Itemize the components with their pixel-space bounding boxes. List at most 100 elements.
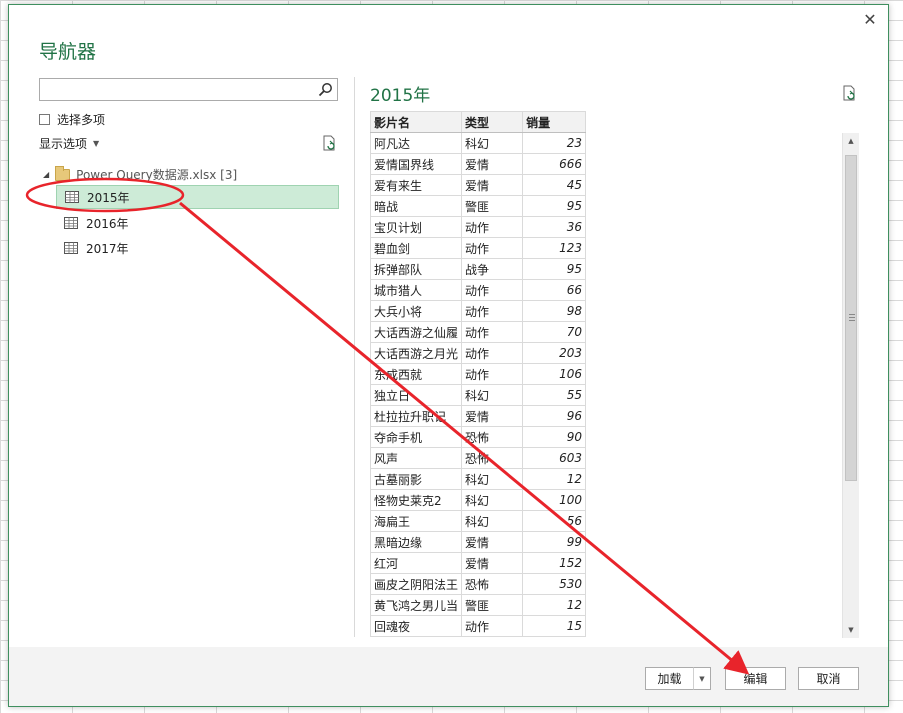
table-cell: 动作 bbox=[461, 279, 524, 301]
table-cell: 恐怖 bbox=[461, 447, 524, 469]
table-cell: 风声 bbox=[370, 447, 463, 469]
table-cell: 科幻 bbox=[461, 132, 524, 154]
column-header[interactable]: 影片名 bbox=[370, 111, 463, 133]
table-cell: 95 bbox=[522, 258, 586, 280]
table-cell: 12 bbox=[522, 594, 586, 616]
select-multiple-label: 选择多项 bbox=[57, 113, 106, 127]
load-dropdown-icon[interactable]: ▼ bbox=[693, 667, 711, 690]
table-row: 风声 恐怖 603 bbox=[370, 447, 586, 469]
table-cell: 90 bbox=[522, 426, 586, 448]
load-button[interactable]: 加载 bbox=[645, 667, 693, 690]
refresh-preview-icon[interactable] bbox=[841, 85, 858, 102]
table-cell: 宝贝计划 bbox=[370, 216, 463, 238]
table-row: 大话西游之仙履 动作 70 bbox=[370, 321, 586, 343]
table-cell: 123 bbox=[522, 237, 586, 259]
tree-item-label: 2015年 bbox=[87, 190, 130, 205]
search-icon[interactable] bbox=[318, 82, 333, 97]
table-cell: 独立日 bbox=[370, 384, 463, 406]
close-icon[interactable]: ✕ bbox=[861, 11, 879, 29]
cancel-button[interactable]: 取消 bbox=[798, 667, 859, 690]
table-row: 红河 爱情 152 bbox=[370, 552, 586, 574]
table-cell: 城市猎人 bbox=[370, 279, 463, 301]
table-row: 碧血剑 动作 123 bbox=[370, 237, 586, 259]
table-cell: 45 bbox=[522, 174, 586, 196]
edit-button[interactable]: 编辑 bbox=[725, 667, 786, 690]
table-cell: 12 bbox=[522, 468, 586, 490]
tree-item-2016[interactable]: 2016年 bbox=[56, 211, 339, 235]
tree-item-label: 2017年 bbox=[86, 241, 129, 256]
table-cell: 603 bbox=[522, 447, 586, 469]
table-cell: 95 bbox=[522, 195, 586, 217]
tree-item-2017[interactable]: 2017年 bbox=[56, 236, 339, 260]
dialog-title: 导航器 bbox=[39, 41, 97, 63]
refresh-icon[interactable] bbox=[321, 135, 338, 152]
table-row: 拆弹部队 战争 95 bbox=[370, 258, 586, 280]
table-row: 暗战 警匪 95 bbox=[370, 195, 586, 217]
table-cell: 海扁王 bbox=[370, 510, 463, 532]
chevron-down-icon: ▼ bbox=[93, 139, 100, 148]
table-cell: 爱情 bbox=[461, 405, 524, 427]
table-cell: 恐怖 bbox=[461, 426, 524, 448]
preview-table: 影片名 类型 销量 阿凡达 科幻 23 爱情国界线 爱情 666 爱有来生 爱情 45 暗战 警匪 9… bbox=[370, 111, 586, 637]
table-cell: 怪物史莱克2 bbox=[370, 489, 463, 511]
table-cell: 动作 bbox=[461, 237, 524, 259]
table-cell: 100 bbox=[522, 489, 586, 511]
search-box[interactable] bbox=[39, 78, 338, 101]
tree-root-file[interactable]: ◢ Power Query数据源.xlsx [3] bbox=[43, 165, 238, 183]
table-cell: 警匪 bbox=[461, 594, 524, 616]
table-cell: 666 bbox=[522, 153, 586, 175]
collapse-triangle-icon[interactable]: ◢ bbox=[43, 170, 49, 179]
display-options-button[interactable]: 显示选项 ▼ bbox=[39, 135, 99, 152]
table-cell: 23 bbox=[522, 132, 586, 154]
table-cell: 碧血剑 bbox=[370, 237, 463, 259]
table-cell: 66 bbox=[522, 279, 586, 301]
table-cell: 15 bbox=[522, 615, 586, 637]
table-cell: 杜拉拉升职记 bbox=[370, 405, 463, 427]
scrollbar-thumb[interactable] bbox=[845, 155, 857, 481]
table-cell: 动作 bbox=[461, 342, 524, 364]
table-cell: 55 bbox=[522, 384, 586, 406]
table-cell: 暗战 bbox=[370, 195, 463, 217]
table-cell: 警匪 bbox=[461, 195, 524, 217]
table-row: 夺命手机 恐怖 90 bbox=[370, 426, 586, 448]
table-row: 爱有来生 爱情 45 bbox=[370, 174, 586, 196]
table-row: 黑暗边缘 爱情 99 bbox=[370, 531, 586, 553]
table-row: 东成西就 动作 106 bbox=[370, 363, 586, 385]
table-cell: 夺命手机 bbox=[370, 426, 463, 448]
table-row: 怪物史莱克2 科幻 100 bbox=[370, 489, 586, 511]
scroll-down-icon[interactable]: ▼ bbox=[843, 622, 859, 638]
table-row: 城市猎人 动作 66 bbox=[370, 279, 586, 301]
table-cell: 回魂夜 bbox=[370, 615, 463, 637]
search-input[interactable] bbox=[40, 79, 310, 100]
preview-title: 2015年 bbox=[370, 86, 431, 106]
select-multiple-checkbox[interactable] bbox=[39, 114, 50, 125]
tree-root-label: Power Query数据源.xlsx [3] bbox=[76, 168, 238, 182]
table-row: 宝贝计划 动作 36 bbox=[370, 216, 586, 238]
table-cell: 爱情 bbox=[461, 531, 524, 553]
table-icon bbox=[65, 191, 79, 203]
table-cell: 战争 bbox=[461, 258, 524, 280]
table-row: 阿凡达 科幻 23 bbox=[370, 132, 586, 154]
table-cell: 动作 bbox=[461, 363, 524, 385]
tree-item-2015[interactable]: 2015年 bbox=[56, 185, 339, 209]
select-multiple[interactable]: 选择多项 bbox=[39, 111, 105, 128]
table-cell: 科幻 bbox=[461, 468, 524, 490]
column-header[interactable]: 类型 bbox=[461, 111, 524, 133]
column-header[interactable]: 销量 bbox=[522, 111, 586, 133]
table-cell: 黄飞鸿之男儿当 bbox=[370, 594, 463, 616]
table-cell: 203 bbox=[522, 342, 586, 364]
scroll-up-icon[interactable]: ▲ bbox=[843, 133, 859, 149]
table-cell: 36 bbox=[522, 216, 586, 238]
table-row: 大兵小将 动作 98 bbox=[370, 300, 586, 322]
table-cell: 530 bbox=[522, 573, 586, 595]
table-cell: 动作 bbox=[461, 216, 524, 238]
table-cell: 动作 bbox=[461, 300, 524, 322]
table-cell: 黑暗边缘 bbox=[370, 531, 463, 553]
table-cell: 106 bbox=[522, 363, 586, 385]
table-cell: 爱情 bbox=[461, 174, 524, 196]
table-cell: 科幻 bbox=[461, 384, 524, 406]
pane-divider bbox=[354, 77, 355, 637]
table-cell: 画皮之阴阳法王 bbox=[370, 573, 463, 595]
preview-scrollbar[interactable]: ▲ ▼ bbox=[842, 133, 859, 638]
table-cell: 古墓丽影 bbox=[370, 468, 463, 490]
